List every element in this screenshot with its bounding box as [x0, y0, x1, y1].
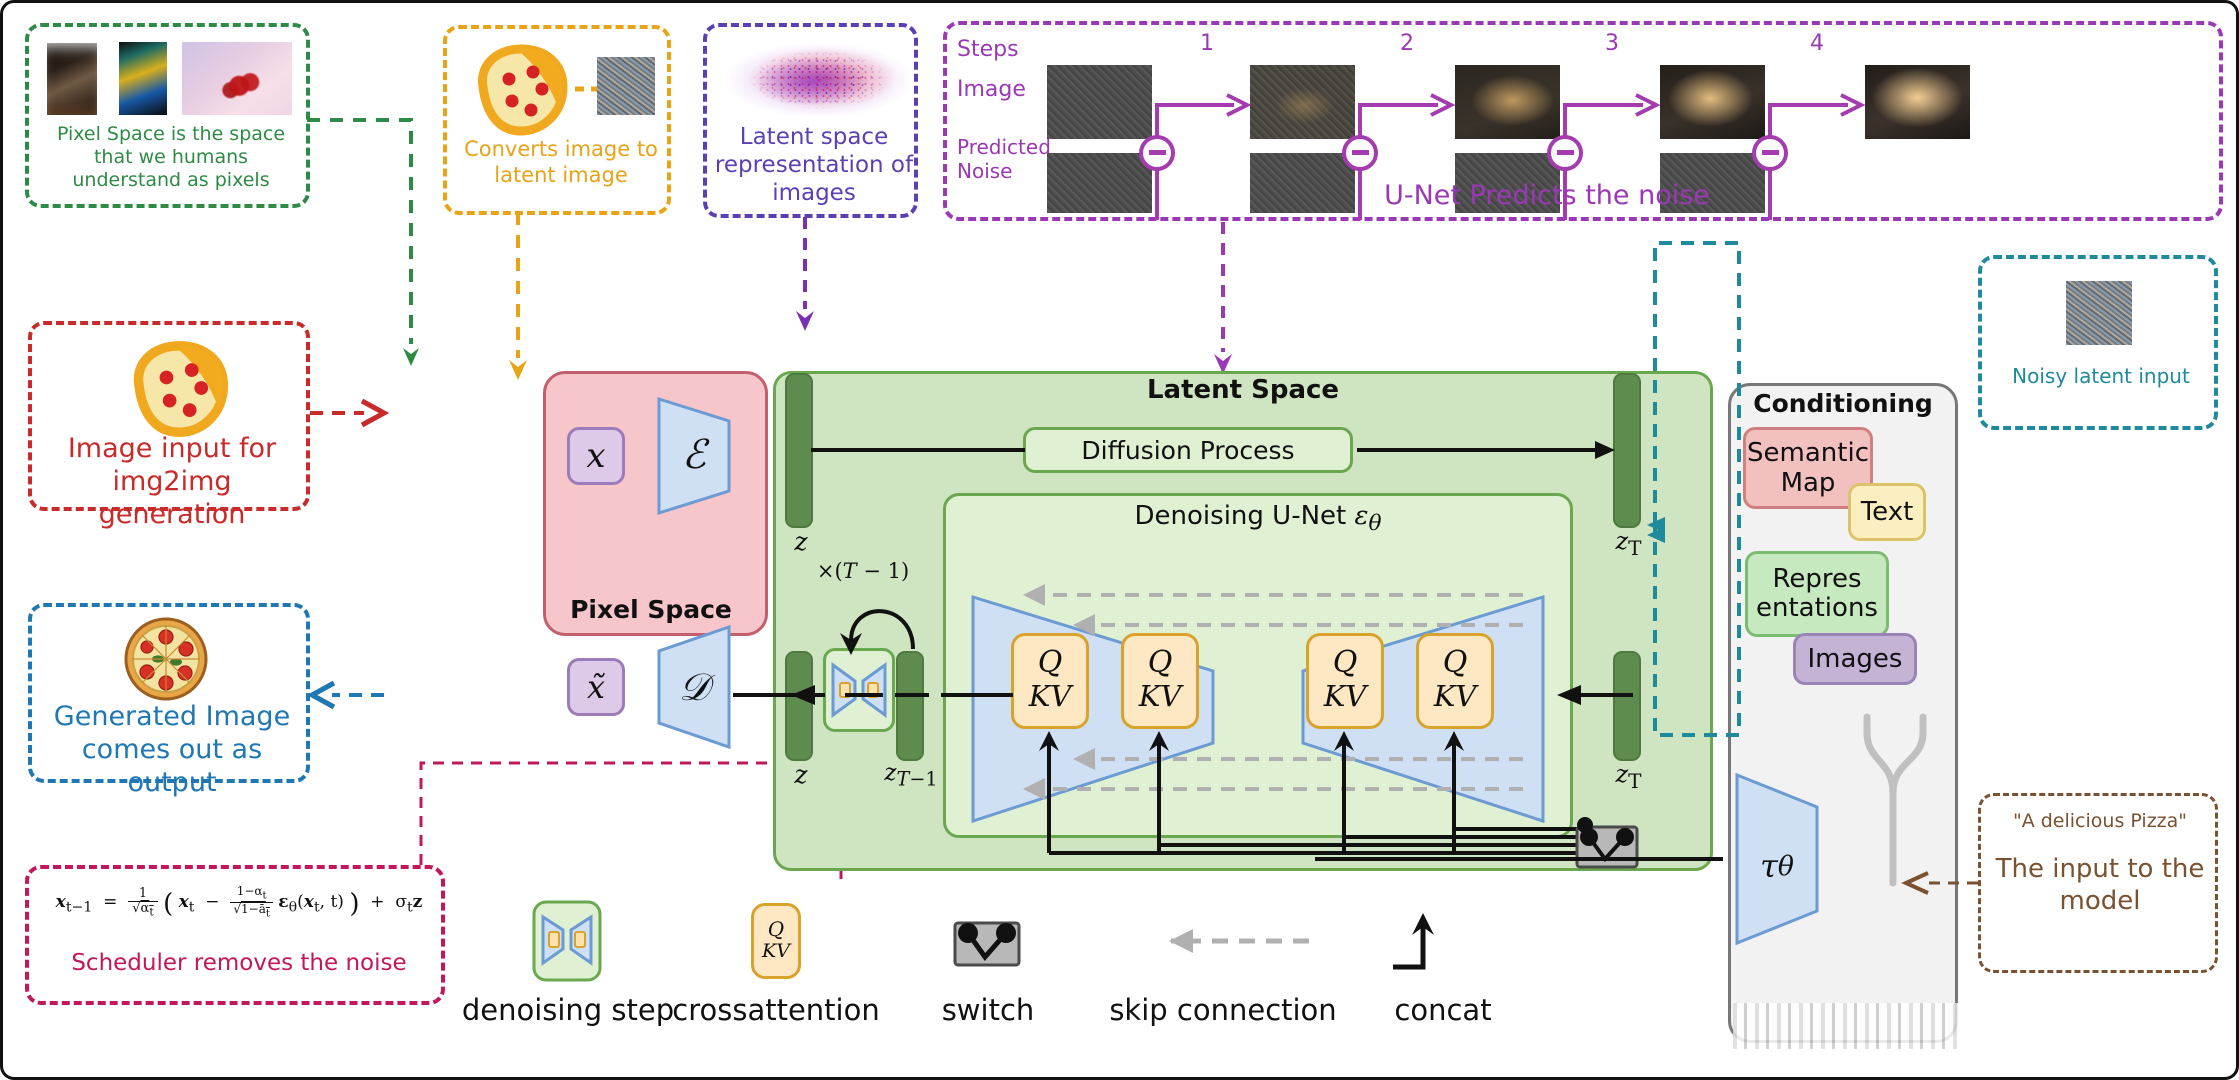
qkv-block-2: Q KV — [1121, 633, 1199, 729]
annotation-latent-space-text: Latent space representation of images — [714, 124, 914, 207]
legend-crossattention-icon: Q KV — [751, 903, 801, 979]
loop-arrow — [840, 609, 915, 655]
annotation-prompt-text: "A delicious Pizza" — [2012, 810, 2188, 832]
latent-label-z-bottom: z — [794, 760, 808, 789]
sample-image-parrot — [119, 42, 167, 115]
sample-image-flower — [182, 42, 292, 115]
annotation-latent-space: Latent space representation of images — [703, 23, 918, 218]
pixel-space-title: Pixel Space — [570, 595, 732, 624]
tau-to-concat-wire — [1315, 857, 1723, 861]
annotation-scheduler: xt−1 = 1 √αt ( xt − 1−αt √1−āt εθ(xt, t)… — [25, 865, 445, 1005]
legend-qkv-kv: KV — [762, 939, 790, 962]
annotation-generated-image: Generated Image comes out as output — [28, 603, 310, 798]
legend-label-concat: concat — [1394, 993, 1492, 1027]
pixel-input-x: x — [567, 427, 625, 485]
legend-row: denoising step Q KV crossattention switc… — [443, 893, 1723, 1043]
qkv-block-4: Q KV — [1416, 633, 1494, 729]
pixel-output-x-tilde: x̃ — [567, 658, 625, 716]
noisy-latent-thumb — [2066, 281, 2132, 345]
conditioning-item-images: Images — [1793, 633, 1917, 685]
legend-skip-connection-icon — [1169, 929, 1309, 953]
encoder-symbol: ℰ — [681, 432, 707, 478]
legend-denoising-step-icon — [532, 900, 602, 982]
annotation-unet-title: U-Net Predicts the noise — [1384, 180, 1710, 211]
annotation-img2img: Image input for img2img generation — [28, 321, 310, 530]
unet-step-number-2: 2 — [1400, 31, 1414, 56]
qkv-q-4: Q — [1442, 644, 1468, 680]
conditioning-item-text: Text — [1848, 483, 1926, 541]
conditioning-title: Conditioning — [1753, 389, 1933, 418]
diagram-canvas: Pixel Space is the space that we humans … — [0, 0, 2239, 1080]
annotation-converts-image: Converts image to latent image — [443, 25, 671, 215]
denoising-unet-title: Denoising U-Net εθ — [1134, 501, 1382, 537]
annotation-input-to-model: "A delicious Pizza" The input to the mod… — [1978, 793, 2218, 973]
annotation-unet-predicts: Steps Image Predicted Noise 1 2 3 4 U-Ne… — [943, 21, 2223, 221]
legend-switch-icon — [953, 921, 1021, 967]
annotation-input-to-model-text: The input to the model — [1995, 854, 2205, 916]
latent-scatter-dots — [729, 39, 909, 121]
annotation-generated-image-text: Generated Image comes out as output — [53, 701, 291, 798]
qkv-block-1: Q KV — [1011, 633, 1089, 729]
pizza-sketch-icon — [477, 44, 568, 136]
unet-step-number-4: 4 — [1810, 31, 1824, 56]
connector-unet-note — [1214, 222, 1232, 374]
decorative-strip — [1733, 1003, 1963, 1049]
latent-label-z-top: z — [794, 527, 808, 556]
sample-image-dog — [47, 43, 97, 115]
legend-qkv-q: Q — [767, 916, 785, 941]
legend-label-switch: switch — [941, 993, 1035, 1027]
pizza-photo-icon — [124, 617, 208, 701]
annotation-img2img-text: Image input for img2img generation — [67, 433, 277, 530]
loop-label-times-T-1: ×(T − 1) — [816, 559, 910, 583]
conditioning-item-representations: Repres entations — [1745, 551, 1889, 637]
annotation-pixel-space: Pixel Space is the space that we humans … — [25, 23, 310, 208]
latent-bottom-wire — [733, 685, 1633, 705]
qkv-q-3: Q — [1332, 644, 1358, 680]
qkv-q-2: Q — [1147, 644, 1173, 680]
annotation-scheduler-text: Scheduler removes the noise — [71, 950, 407, 976]
connector-converts — [509, 212, 527, 380]
latent-bar-z-top — [785, 373, 813, 528]
connector-latent-space — [796, 217, 814, 331]
connector-generated-image — [306, 680, 384, 710]
legend-concat-icon — [1393, 913, 1434, 970]
concat-node-dots — [1577, 817, 1593, 833]
pizza-sketch-icon-2 — [133, 341, 229, 437]
legend-label-skip-connection: skip connection — [1109, 993, 1337, 1027]
annotation-noisy-latent: Noisy latent input — [1978, 255, 2218, 430]
decoder-symbol: 𝒟 — [678, 664, 710, 709]
latent-noise-thumb — [597, 57, 655, 115]
qkv-q-1: Q — [1037, 644, 1063, 680]
connector-img2img — [310, 398, 390, 428]
qkv-block-3: Q KV — [1306, 633, 1384, 729]
annotation-noisy-latent-text: Noisy latent input — [2012, 364, 2190, 388]
connector-input-to-model — [1901, 871, 1978, 895]
unet-step-number-3: 3 — [1605, 31, 1619, 56]
annotation-pixel-space-text: Pixel Space is the space that we humans … — [56, 123, 286, 192]
unet-step-number-1: 1 — [1200, 31, 1214, 56]
conditioning-bracket — [1647, 241, 1741, 737]
diffusion-process-line — [811, 441, 1615, 459]
latent-space-title: Latent Space — [1146, 375, 1340, 405]
unet-note-row-label-steps: Steps — [957, 37, 1019, 62]
annotation-converts-text: Converts image to latent image — [464, 137, 658, 187]
ddpm-formula: xt−1 = 1 √αt ( xt − 1−αt √1−āt εθ(xt, t)… — [55, 884, 423, 920]
